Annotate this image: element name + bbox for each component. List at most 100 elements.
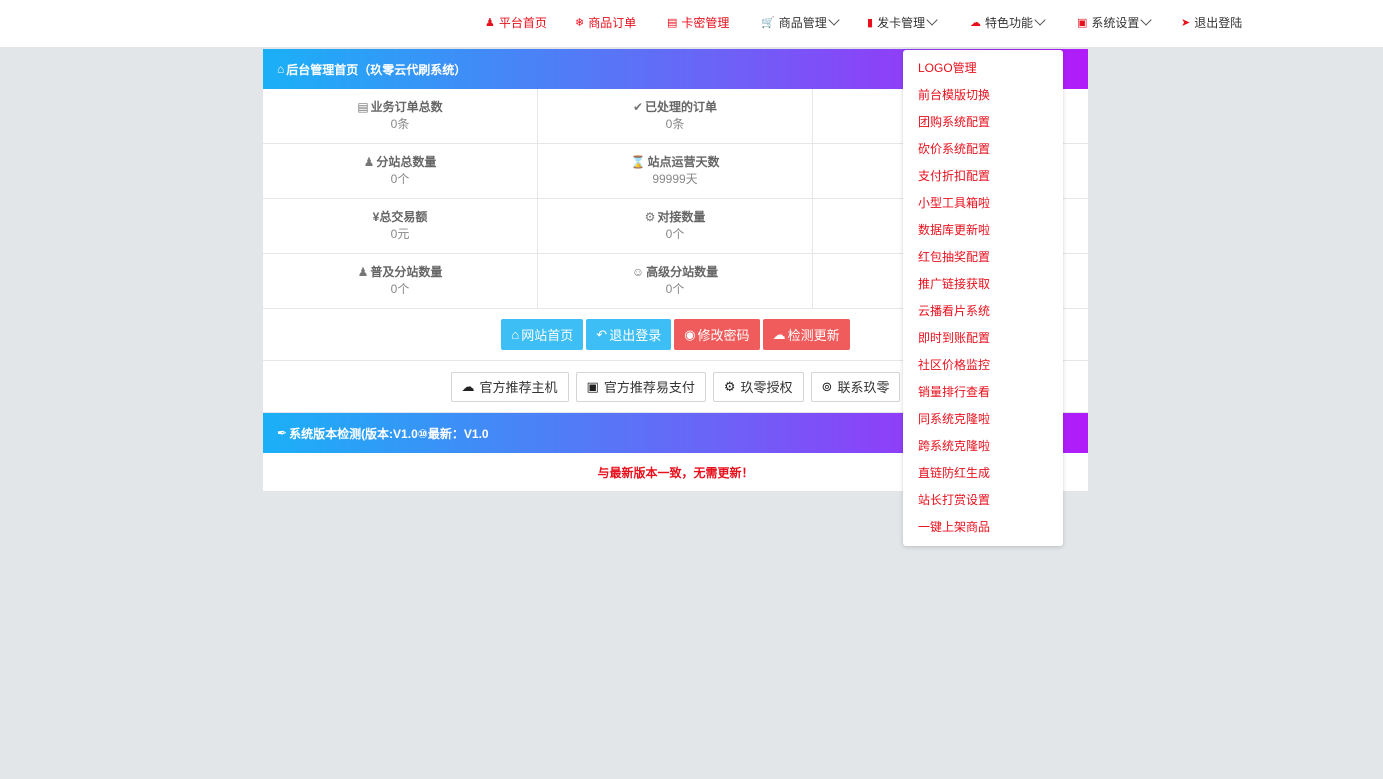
dropdown-item-clone-cross[interactable]: 跨系统克隆啦 xyxy=(903,433,1063,460)
dropdown-item-promo-link[interactable]: 推广链接获取 xyxy=(903,271,1063,298)
stat-substation-count: ♟ 分站总数量 0个 xyxy=(263,144,538,198)
nav-orders[interactable]: ❄ 商品订单 xyxy=(575,0,636,44)
dropdown-item-price-monitor[interactable]: 社区价格监控 xyxy=(903,352,1063,379)
nav-logout-label: 退出登陆 xyxy=(1194,15,1243,30)
nav-cardkeys-label: 卡密管理 xyxy=(681,15,730,30)
cloud-icon: ☁ xyxy=(461,378,475,394)
stat-value: 0个 xyxy=(390,172,410,186)
users-icon: ♟ xyxy=(363,155,375,169)
chevron-down-icon xyxy=(828,14,840,26)
auth-link-button[interactable]: ⚙ 玖零授权 xyxy=(712,371,804,402)
dropdown-item-pay-discount[interactable]: 支付折扣配置 xyxy=(903,163,1063,190)
user-icon: ♟ xyxy=(485,16,495,29)
shopping-cart-icon: 🛒 xyxy=(761,16,775,29)
nav-settings-label: 系统设置 xyxy=(1091,15,1140,30)
nav-cardkeys[interactable]: ▤ 卡密管理 xyxy=(667,0,729,44)
snowflake-icon: ❄ xyxy=(575,16,585,29)
stat-docking-count: ⚙ 对接数量 0个 xyxy=(538,199,813,253)
credit-card-icon: ▤ xyxy=(667,16,678,29)
contact-link-button[interactable]: ⊚ 联系玖零 xyxy=(810,371,901,402)
cloud-download-icon: ☁ xyxy=(772,326,786,342)
nav-features-label: 特色功能 xyxy=(985,15,1034,30)
stat-title: ¥总交易额 xyxy=(372,210,428,224)
chevron-down-icon xyxy=(926,14,938,26)
stat-basic-substations: ♟ 普及分站数量 0个 xyxy=(263,254,538,308)
nav-orders-label: 商品订单 xyxy=(588,15,637,30)
stat-title: ✔ 已处理的订单 xyxy=(633,99,717,116)
settings-square-icon: ▣ xyxy=(1077,16,1088,29)
dropdown-item-logo[interactable]: LOGO管理 xyxy=(903,55,1063,82)
stat-title: ▤ 业务订单总数 xyxy=(357,99,442,116)
nav-home[interactable]: ♟ 平台首页 xyxy=(485,0,547,44)
nav-issue-cards[interactable]: ▮ 发卡管理 xyxy=(867,0,938,44)
nav-goods-mgmt[interactable]: 🛒 商品管理 xyxy=(761,0,840,44)
stat-title-text: 对接数量 xyxy=(657,210,706,224)
dropdown-item-sales-rank[interactable]: 销量排行查看 xyxy=(903,379,1063,406)
site-home-button[interactable]: ⌂ 网站首页 xyxy=(501,319,584,350)
pay-link-label: 官方推荐易支付 xyxy=(603,380,695,395)
dropdown-item-cloud-video[interactable]: 云播看片系统 xyxy=(903,298,1063,325)
chevron-down-icon xyxy=(1140,14,1153,26)
version-panel-title: 系统版本检测(版本:V1.0⑩最新：V1.0 xyxy=(289,426,489,441)
stat-total-orders: ▤ 业务订单总数 0条 xyxy=(263,89,538,143)
spinner-icon: ⊚ xyxy=(821,378,833,394)
panel-title: 后台管理首页（玖零云代刷系统） xyxy=(286,62,467,77)
stat-processed-orders: ✔ 已处理的订单 0条 xyxy=(538,89,813,143)
pay-link-button[interactable]: ▣ 官方推荐易支付 xyxy=(575,371,706,402)
cloud-chart-icon: ☁ xyxy=(970,16,981,29)
user-icon: ♟ xyxy=(357,265,369,279)
stat-value: 0个 xyxy=(665,282,685,296)
stat-value: 0条 xyxy=(390,117,410,131)
home-icon: ⌂ xyxy=(511,327,520,342)
ticket-icon: ▤ xyxy=(357,100,369,114)
paper-plane-icon: ➤ xyxy=(1181,16,1191,29)
check-update-label: 检测更新 xyxy=(787,328,840,343)
change-password-label: 修改密码 xyxy=(697,328,750,343)
home-icon: ⌂ xyxy=(277,62,285,76)
stat-title-text: 高级分站数量 xyxy=(646,265,719,279)
stat-title-text: 分站总数量 xyxy=(376,155,437,169)
dropdown-item-groupbuy[interactable]: 团购系统配置 xyxy=(903,109,1063,136)
stat-value: 0个 xyxy=(390,282,410,296)
logout-button[interactable]: ↶ 退出登录 xyxy=(586,319,672,350)
stat-operating-days: ⌛ 站点运营天数 99999天 xyxy=(538,144,813,198)
nav-goods-mgmt-label: 商品管理 xyxy=(778,15,827,30)
nav-logout[interactable]: ➤ 退出登陆 xyxy=(1181,0,1242,44)
change-password-button[interactable]: ◉ 修改密码 xyxy=(674,319,760,350)
dropdown-item-tip-settings[interactable]: 站长打赏设置 xyxy=(903,487,1063,514)
host-link-button[interactable]: ☁ 官方推荐主机 xyxy=(450,371,569,402)
settings-dropdown-menu: LOGO管理 前台模版切换 团购系统配置 砍价系统配置 支付折扣配置 小型工具箱… xyxy=(903,50,1063,546)
dropdown-item-clone-same[interactable]: 同系统克隆啦 xyxy=(903,406,1063,433)
stat-title: ♟ 普及分站数量 xyxy=(358,264,443,281)
stat-title-text: 已处理的订单 xyxy=(645,100,718,114)
nav-settings[interactable]: ▣ 系统设置 xyxy=(1077,0,1153,44)
contact-link-label: 联系玖零 xyxy=(837,380,890,395)
hourglass-icon: ⌛ xyxy=(630,155,646,169)
dropdown-item-template[interactable]: 前台模版切换 xyxy=(903,82,1063,109)
dropdown-item-one-click-list[interactable]: 一键上架商品 xyxy=(903,514,1063,541)
gears-icon: ⚙ xyxy=(723,378,736,394)
stat-value: 99999天 xyxy=(652,172,698,186)
dropdown-item-db-update[interactable]: 数据库更新啦 xyxy=(903,217,1063,244)
stat-total-revenue: ¥总交易额 0元 xyxy=(263,199,538,253)
gear-icon: ⚙ xyxy=(644,210,656,224)
stat-value: 0元 xyxy=(390,227,410,241)
site-home-label: 网站首页 xyxy=(521,328,574,343)
host-link-label: 官方推荐主机 xyxy=(479,380,558,395)
dropdown-item-antired-link[interactable]: 直链防红生成 xyxy=(903,460,1063,487)
auth-link-label: 玖零授权 xyxy=(740,380,793,395)
stat-advanced-substations: ☺ 高级分站数量 0个 xyxy=(538,254,813,308)
dropdown-item-toolbox[interactable]: 小型工具箱啦 xyxy=(903,190,1063,217)
stat-title-text: 站点运营天数 xyxy=(647,155,720,169)
reply-icon: ↶ xyxy=(596,326,608,342)
nav-issue-cards-label: 发卡管理 xyxy=(877,15,926,30)
stat-value: 0个 xyxy=(665,227,685,241)
nav-features[interactable]: ☁ 特色功能 xyxy=(970,0,1046,44)
top-navbar: ♟ 平台首页 ❄ 商品订单 ▤ 卡密管理 🛒 商品管理 ▮ 发卡管理 ☁ 特色功… xyxy=(0,0,1383,48)
dropdown-item-instant-pay[interactable]: 即时到账配置 xyxy=(903,325,1063,352)
dropdown-item-redpacket[interactable]: 红包抽奖配置 xyxy=(903,244,1063,271)
stat-value: 0条 xyxy=(665,117,685,131)
user-circle-icon: ☺ xyxy=(631,265,645,279)
dropdown-item-bargain[interactable]: 砍价系统配置 xyxy=(903,136,1063,163)
check-update-button[interactable]: ☁ 检测更新 xyxy=(762,319,850,350)
